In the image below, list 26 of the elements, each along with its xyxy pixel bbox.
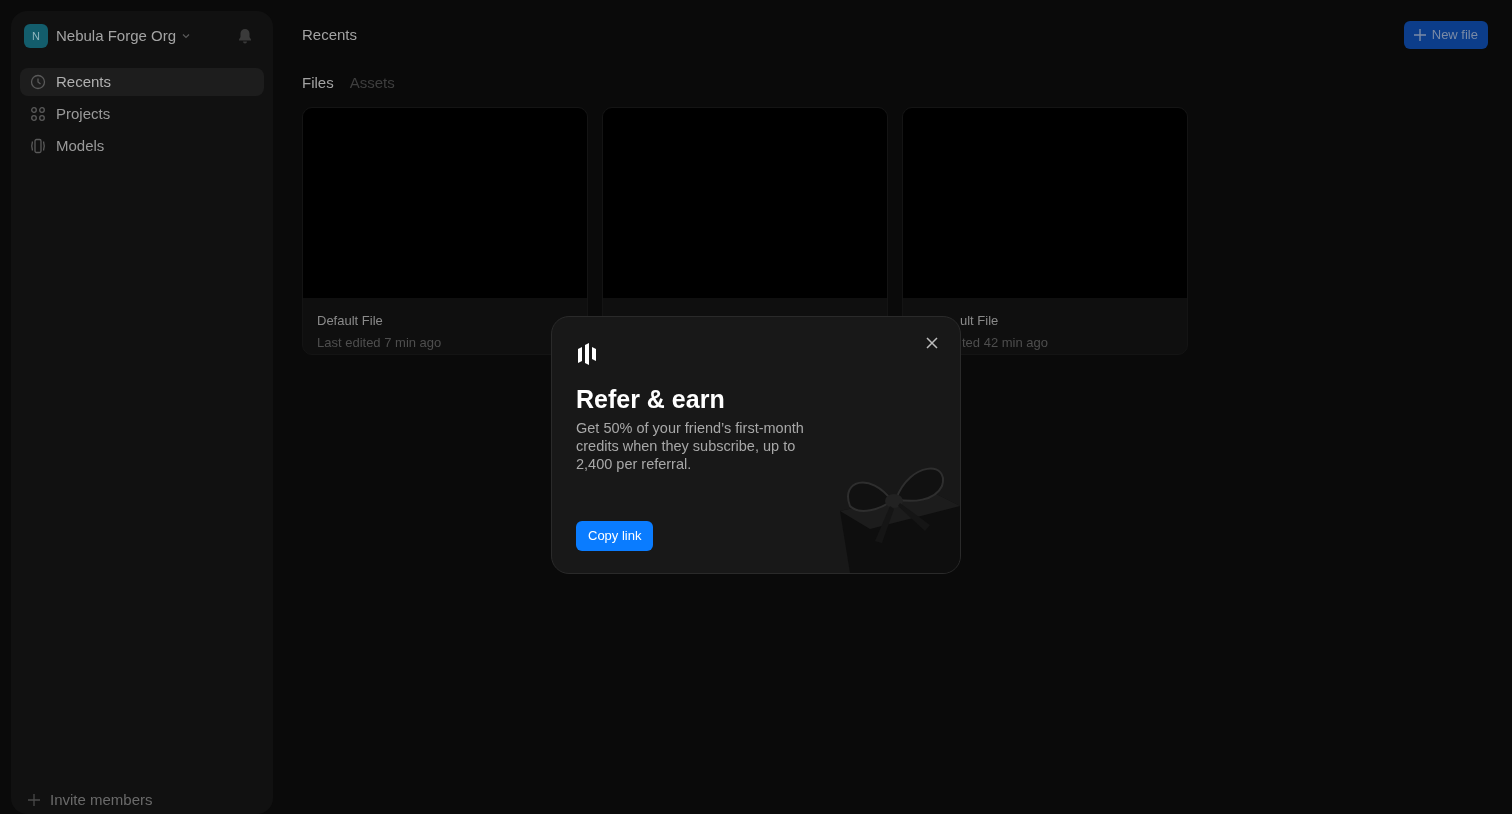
file-card[interactable]: ult File ted 42 min ago [902,107,1188,355]
dialog-title: Refer & earn [576,384,725,414]
sidebar-item[interactable]: Models [20,132,264,160]
page-title: Recents [302,24,358,45]
model-icon [30,138,46,154]
file-title: Default File [317,312,383,330]
org-switcher[interactable]: Nebula Forge Org [56,24,191,48]
grid-icon [30,106,46,122]
plus-icon [28,794,40,806]
dialog-body: Get 50% of your friend’s first-month credits when they subscribe, up to 2,400 per referral. [576,419,805,473]
file-meta: Last edited 7 min ago [317,333,442,352]
new-file-button[interactable]: New file [1403,21,1488,49]
sidebar-item[interactable]: Recents [20,68,264,96]
org-avatar: N [24,24,48,48]
file-card[interactable]: Default File Last edited 7 min ago [302,107,588,355]
sidebar-item[interactable]: Projects [20,100,264,128]
file-title: ult File [960,312,999,330]
tab[interactable]: Files [302,71,334,95]
copy-link-button[interactable]: Copy link [576,521,654,551]
bell-icon[interactable] [238,28,252,44]
invite-members-button[interactable]: Invite members [50,788,153,812]
file-meta: ted 42 min ago [962,333,1048,352]
clock-icon [30,74,46,90]
plus-icon [1413,29,1426,41]
chevron-down-icon [182,33,191,39]
close-icon [926,337,938,349]
